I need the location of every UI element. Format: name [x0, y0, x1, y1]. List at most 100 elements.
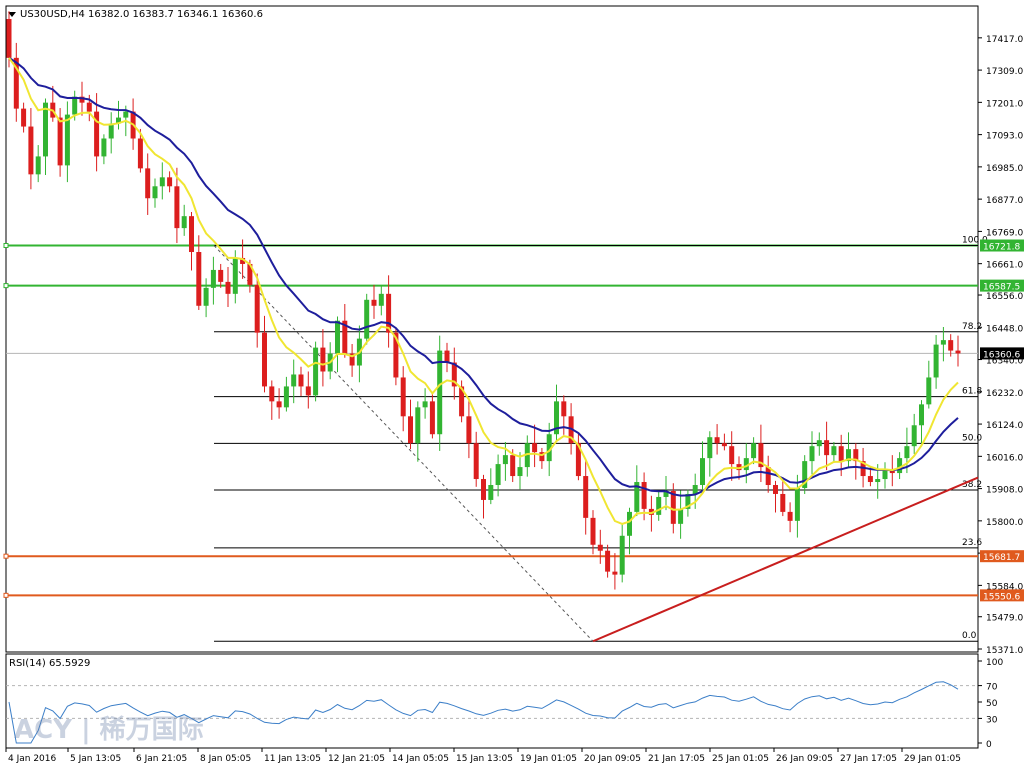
candle-body [502, 455, 508, 465]
candle-body [181, 216, 187, 229]
time-tick-label: 4 Jan 2016 [8, 754, 56, 764]
price-tag-label: 16587.5 [983, 283, 1020, 293]
fib-level-label: 0.0 [962, 631, 977, 641]
price-tick-label: 15371.0 [986, 646, 1023, 656]
time-tick-label: 29 Jan 01:05 [904, 754, 961, 764]
candle-body [517, 467, 523, 477]
candle-body [254, 284, 260, 333]
time-tick-label: 6 Jan 21:05 [136, 754, 187, 764]
candle-body [765, 467, 771, 486]
candle-body [809, 446, 815, 462]
candle-body [612, 571, 618, 575]
candle-body [123, 111, 129, 118]
price-tick-label: 15479.0 [986, 614, 1023, 624]
candle-body [6, 19, 12, 58]
candle-body [167, 177, 173, 187]
fib-level-label: 78.2 [962, 322, 982, 332]
candle-body [670, 490, 676, 524]
candle-body [597, 544, 603, 551]
fib-level-label: 50.0 [962, 433, 982, 443]
candle-body [700, 458, 705, 486]
candle-body [203, 287, 209, 306]
time-tick-label: 21 Jan 17:05 [648, 754, 705, 764]
candle-body [335, 320, 340, 354]
candle-body [867, 476, 873, 483]
price-tick-label: 15908.0 [986, 486, 1023, 496]
candle-body [940, 340, 946, 345]
candle-body [816, 440, 822, 447]
fib-level-label: 23.6 [962, 538, 982, 548]
candle-body [108, 123, 114, 139]
trading-chart[interactable]: US30USD,H4 16382.0 16383.7 16346.1 16360… [0, 0, 1028, 767]
candle-body [488, 485, 494, 500]
candle-body [627, 511, 632, 536]
rsi-plot[interactable]: RSI(14) 65.5929 100 70 50 30 0 ACY | 稀万国际 [5, 653, 1003, 750]
candle-body [415, 407, 421, 444]
candle-body [101, 138, 107, 157]
candle-body [269, 386, 275, 402]
candle-body [232, 257, 238, 294]
level-handle [3, 283, 9, 289]
candle-body [794, 487, 800, 521]
price-tick-label: 17417.0 [986, 35, 1023, 45]
candle-body [276, 401, 282, 408]
candle-body [773, 485, 778, 494]
candle-body [57, 117, 63, 166]
candle-body [714, 437, 720, 444]
price-tick-label: 16661.0 [986, 261, 1023, 271]
candle-body [86, 102, 92, 112]
candle-body [189, 216, 194, 253]
candle-body [590, 517, 596, 545]
candle-body [196, 252, 202, 306]
candle-body [838, 446, 844, 462]
price-tick-label: 15800.0 [986, 518, 1023, 528]
price-tick-label: 16232.0 [986, 389, 1023, 399]
candle-body [583, 476, 589, 518]
candle-body [933, 344, 939, 378]
candle-body [911, 425, 917, 447]
candle-body [466, 416, 472, 444]
candle-body [137, 138, 143, 169]
level-handle [3, 242, 9, 248]
level-handle [3, 553, 9, 559]
rsi-title: RSI(14) 65.5929 [9, 658, 90, 669]
watermark-text: ACY | 稀万国际 [14, 715, 204, 745]
candle-body [210, 269, 216, 288]
time-tick-label: 5 Jan 13:05 [70, 754, 121, 764]
candle-body [225, 281, 231, 294]
candle-body [831, 446, 837, 456]
time-tick-label: 15 Jan 13:05 [456, 754, 513, 764]
candle-body [948, 340, 954, 351]
candle-body [678, 508, 684, 524]
candle-body [532, 443, 538, 453]
price-tick-label: 16556.0 [986, 292, 1023, 302]
time-tick-label: 25 Jan 01:05 [712, 754, 769, 764]
candle-body [291, 374, 297, 387]
candle-body [378, 293, 384, 306]
candle-body [656, 496, 662, 515]
candle-body [751, 443, 757, 459]
candle-body [298, 374, 304, 387]
time-tick-label: 8 Jan 05:05 [200, 754, 251, 764]
price-tick-label: 17093.0 [986, 132, 1023, 142]
time-tick-label: 20 Jan 09:05 [584, 754, 641, 764]
rsi-tick-label: 100 [986, 658, 1003, 668]
fib-level-label: 38.2 [962, 480, 982, 490]
candle-body [904, 446, 910, 459]
candle-body [43, 102, 48, 157]
price-tick-label: 16877.0 [986, 196, 1023, 206]
chart-canvas[interactable]: US30USD,H4 16382.0 16383.7 16346.1 16360… [0, 0, 1028, 767]
candle-body [729, 446, 735, 465]
price-plot[interactable]: US30USD,H4 16382.0 16383.7 16346.1 16360… [3, 5, 1024, 656]
candle-body [64, 114, 70, 166]
time-tick-label: 26 Jan 09:05 [776, 754, 833, 764]
candle-body [313, 347, 319, 396]
candle-body [605, 550, 611, 572]
candle-body [28, 126, 34, 175]
candle-body [473, 443, 479, 480]
candle-body [619, 535, 625, 575]
price-tag-label: 16360.6 [983, 350, 1020, 360]
candle-body [371, 299, 377, 306]
candle-body [21, 108, 27, 127]
time-tick-label: 14 Jan 05:05 [392, 754, 449, 764]
